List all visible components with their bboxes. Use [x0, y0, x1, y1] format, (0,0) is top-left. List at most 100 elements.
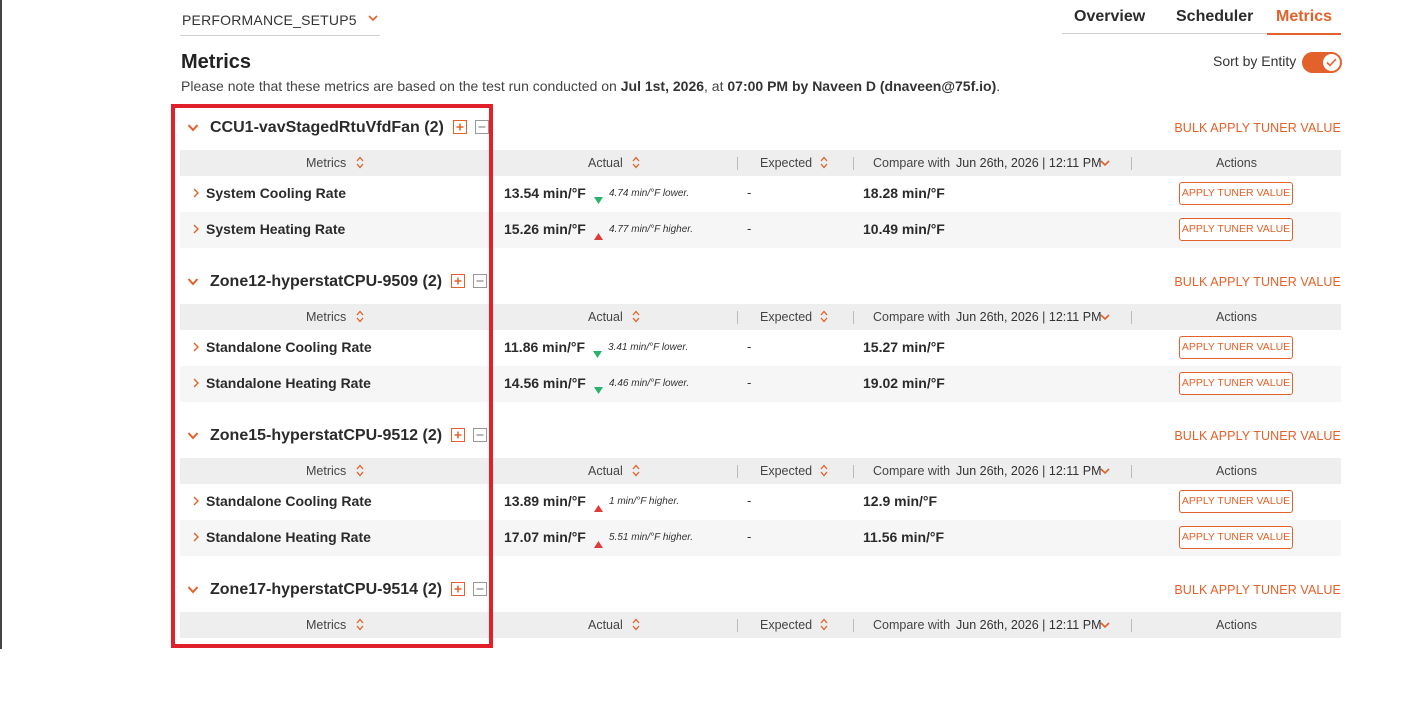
- sort-icon[interactable]: [820, 618, 828, 631]
- actual-value: 11.86 min/°F: [504, 339, 586, 355]
- compare-with-date-selector[interactable]: Jun 26th, 2026 | 12:11 PM: [956, 310, 1101, 324]
- column-header-expected: Expected: [760, 156, 813, 170]
- bulk-apply-tuner-value-link[interactable]: BULK APPLY TUNER VALUE: [1174, 583, 1341, 597]
- bulk-apply-tuner-value-link[interactable]: BULK APPLY TUNER VALUE: [1174, 429, 1341, 443]
- chevron-right-icon[interactable]: [193, 342, 199, 352]
- arrow-up-icon: [594, 499, 603, 512]
- note-prefix: Please note that these metrics are based…: [181, 78, 621, 94]
- collapse-all-icon[interactable]: [473, 428, 487, 442]
- compare-with-date-selector[interactable]: Jun 26th, 2026 | 12:11 PM: [956, 156, 1101, 170]
- group-name: Zone12-hyperstatCPU-9509 (2): [210, 273, 443, 290]
- compare-with-date-selector[interactable]: Jun 26th, 2026 | 12:11 PM: [956, 464, 1101, 478]
- apply-tuner-value-button[interactable]: APPLY TUNER VALUE: [1179, 336, 1293, 359]
- arrow-down-icon: [593, 345, 602, 358]
- sort-icon[interactable]: [356, 464, 364, 477]
- table-row: Standalone Heating Rate 14.56 min/°F 4.46 …: [180, 366, 1341, 402]
- collapse-all-icon[interactable]: [473, 274, 487, 288]
- metric-name: Standalone Cooling Rate: [206, 339, 372, 355]
- column-header-compare-with: Compare with: [873, 156, 951, 170]
- apply-tuner-value-button[interactable]: APPLY TUNER VALUE: [1179, 182, 1293, 205]
- entity-group: Zone15-hyperstatCPU-9512 (2) BULK APPLY T…: [180, 424, 1341, 564]
- apply-tuner-value-button[interactable]: APPLY TUNER VALUE: [1179, 526, 1293, 549]
- metric-name: Standalone Cooling Rate: [206, 493, 372, 509]
- tab-bar: Overview Scheduler Metrics: [1062, 6, 1341, 35]
- sort-icon[interactable]: [632, 464, 640, 477]
- sort-icon[interactable]: [632, 156, 640, 169]
- collapse-caret-icon[interactable]: [187, 123, 199, 133]
- sort-icon[interactable]: [632, 310, 640, 323]
- delta-text: 5.51 min/°F higher.: [609, 532, 694, 543]
- expand-all-icon[interactable]: [451, 428, 465, 442]
- sort-icon[interactable]: [356, 618, 364, 631]
- chevron-right-icon[interactable]: [193, 378, 199, 388]
- delta-text: 4.77 min/°F higher.: [609, 224, 694, 235]
- tab-overview[interactable]: Overview: [1074, 8, 1145, 26]
- chevron-right-icon[interactable]: [193, 188, 199, 198]
- tab-scheduler[interactable]: Scheduler: [1176, 8, 1253, 26]
- sort-icon[interactable]: [820, 464, 828, 477]
- collapse-all-icon[interactable]: [473, 582, 487, 596]
- expand-all-icon[interactable]: [451, 582, 465, 596]
- compare-value: 11.56 min/°F: [863, 529, 945, 545]
- column-divider: [1131, 465, 1132, 478]
- column-divider: [737, 619, 738, 632]
- column-header-actions: Actions: [1216, 618, 1257, 632]
- collapse-all-icon[interactable]: [475, 120, 489, 134]
- sort-by-entity-toggle[interactable]: [1302, 52, 1342, 73]
- chevron-down-icon[interactable]: [1100, 620, 1110, 630]
- tab-metrics[interactable]: Metrics: [1276, 8, 1332, 26]
- column-divider: [1131, 157, 1132, 170]
- chevron-right-icon[interactable]: [193, 496, 199, 506]
- group-header: Zone15-hyperstatCPU-9512 (2) BULK APPLY T…: [180, 424, 1341, 450]
- sort-icon[interactable]: [820, 310, 828, 323]
- collapse-caret-icon[interactable]: [187, 431, 199, 441]
- chevron-right-icon[interactable]: [193, 224, 199, 234]
- compare-value: 19.02 min/°F: [863, 375, 945, 391]
- apply-tuner-value-button[interactable]: APPLY TUNER VALUE: [1179, 218, 1293, 241]
- arrow-down-icon: [594, 381, 603, 394]
- column-header-metrics: Metrics: [306, 310, 347, 324]
- chevron-right-icon[interactable]: [193, 532, 199, 542]
- apply-tuner-value-button[interactable]: APPLY TUNER VALUE: [1179, 372, 1293, 395]
- sort-icon[interactable]: [356, 156, 364, 169]
- column-divider: [1131, 311, 1132, 324]
- check-icon: [1326, 58, 1337, 67]
- group-header: Zone12-hyperstatCPU-9509 (2) BULK APPLY T…: [180, 270, 1341, 296]
- column-divider: [737, 157, 738, 170]
- group-header: CCU1-vavStagedRtuVfdFan (2) BULK APPLY TU…: [180, 116, 1341, 142]
- window-left-border: [0, 0, 2, 649]
- compare-value: 12.9 min/°F: [863, 493, 938, 509]
- table-row: Standalone Heating Rate 17.07 min/°F 5.51 …: [180, 520, 1341, 556]
- sort-icon[interactable]: [356, 310, 364, 323]
- actual-value: 15.26 min/°F: [504, 221, 586, 237]
- expand-all-icon[interactable]: [453, 120, 467, 134]
- collapse-caret-icon[interactable]: [187, 277, 199, 287]
- column-header-expected: Expected: [760, 464, 813, 478]
- collapse-caret-icon[interactable]: [187, 585, 199, 595]
- expected-value: -: [747, 529, 752, 544]
- bulk-apply-tuner-value-link[interactable]: BULK APPLY TUNER VALUE: [1174, 275, 1341, 289]
- setup-dropdown-value: PERFORMANCE_SETUP5: [182, 12, 357, 28]
- chevron-down-icon[interactable]: [1100, 312, 1110, 322]
- chevron-down-icon[interactable]: [1100, 466, 1110, 476]
- column-header-actual: Actual: [588, 310, 623, 324]
- sort-icon[interactable]: [632, 618, 640, 631]
- test-run-note: Please note that these metrics are based…: [181, 78, 1000, 94]
- column-header-metrics: Metrics: [306, 464, 347, 478]
- delta-text: 3.41 min/°F lower.: [608, 342, 689, 353]
- apply-tuner-value-button[interactable]: APPLY TUNER VALUE: [1179, 490, 1293, 513]
- setup-dropdown[interactable]: PERFORMANCE_SETUP5: [180, 8, 380, 36]
- expand-all-icon[interactable]: [451, 274, 465, 288]
- column-header-actual: Actual: [588, 464, 623, 478]
- expected-value: -: [747, 375, 752, 390]
- chevron-down-icon[interactable]: [1100, 158, 1110, 168]
- bulk-apply-tuner-value-link[interactable]: BULK APPLY TUNER VALUE: [1174, 121, 1341, 135]
- entity-group: Zone17-hyperstatCPU-9514 (2) BULK APPLY T…: [180, 578, 1341, 718]
- entity-group: CCU1-vavStagedRtuVfdFan (2) BULK APPLY TU…: [180, 116, 1341, 256]
- sort-icon[interactable]: [820, 156, 828, 169]
- column-divider: [737, 465, 738, 478]
- toggle-knob: [1323, 54, 1340, 71]
- compare-value: 10.49 min/°F: [863, 221, 945, 237]
- compare-with-date-selector[interactable]: Jun 26th, 2026 | 12:11 PM: [956, 618, 1101, 632]
- group-name: Zone15-hyperstatCPU-9512 (2): [210, 427, 443, 444]
